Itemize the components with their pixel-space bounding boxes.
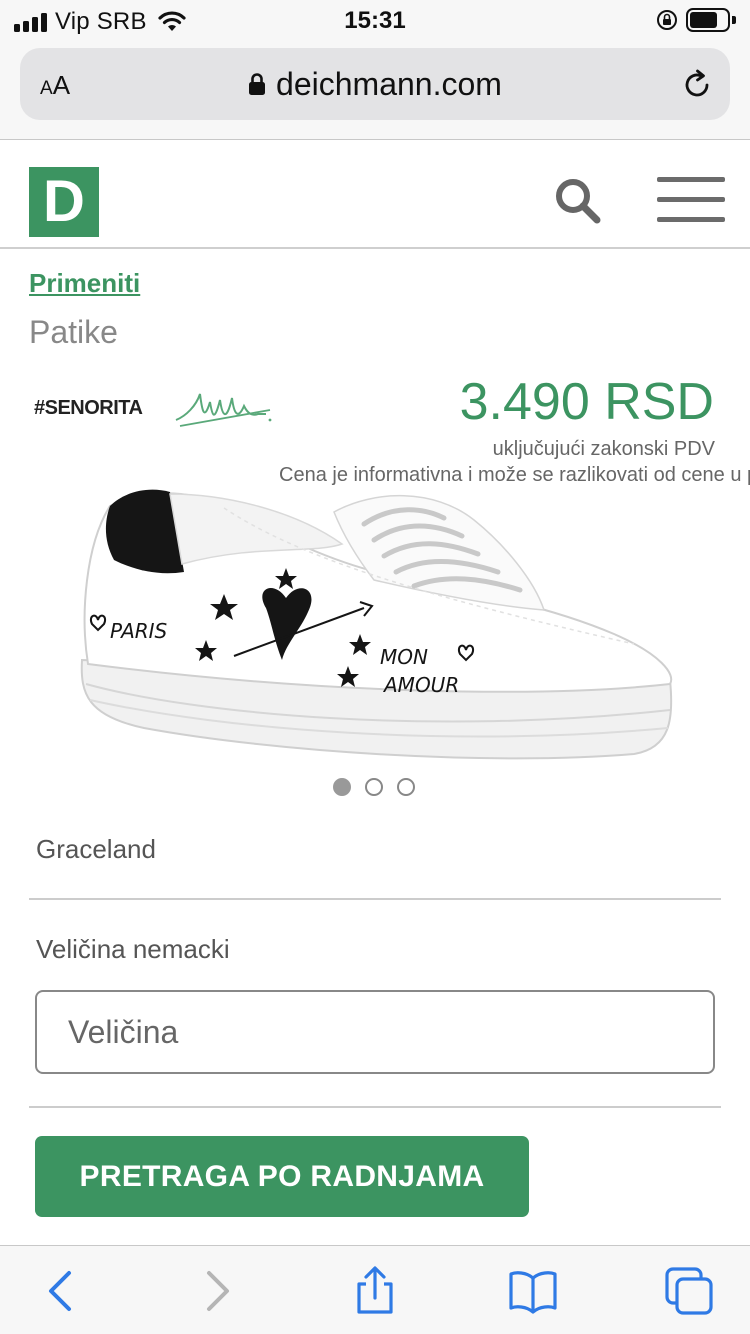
carousel-dot[interactable] xyxy=(333,778,351,796)
status-bar: Vip SRB 15:31 xyxy=(0,0,750,40)
brand-logo: #SENORITA xyxy=(34,380,274,440)
reload-icon[interactable] xyxy=(680,68,714,102)
search-icon[interactable] xyxy=(553,176,603,226)
bookmarks-icon[interactable] xyxy=(508,1266,558,1316)
status-right xyxy=(656,8,736,32)
image-text-amour: AMOUR xyxy=(382,673,459,697)
logo-letter: D xyxy=(43,169,85,234)
divider xyxy=(29,898,721,900)
menu-icon[interactable] xyxy=(657,177,725,225)
signature-icon xyxy=(175,393,272,427)
lock-icon xyxy=(249,73,266,95)
carousel-indicator xyxy=(333,778,415,796)
carousel-dot[interactable] xyxy=(365,778,383,796)
deichmann-logo[interactable]: D xyxy=(29,167,99,237)
product-image[interactable]: PARIS MON AMOUR xyxy=(74,484,676,770)
image-text-paris: PARIS xyxy=(110,619,168,643)
battery-icon xyxy=(686,8,736,32)
address-bar[interactable]: AA deichmann.com xyxy=(20,48,730,120)
back-icon[interactable] xyxy=(36,1266,86,1316)
url-text: deichmann.com xyxy=(276,65,502,102)
size-label: Veličina nemacki xyxy=(36,934,230,964)
product-name: Graceland xyxy=(36,834,156,864)
product-category: Patike xyxy=(29,314,118,350)
product-price: 3.490 RSD xyxy=(459,373,714,431)
browser-toolbar xyxy=(0,1245,750,1334)
carousel-dot[interactable] xyxy=(397,778,415,796)
url-display[interactable]: deichmann.com xyxy=(20,48,730,120)
image-text-mon: MON xyxy=(380,645,428,669)
tabs-icon[interactable] xyxy=(664,1266,714,1316)
store-search-button[interactable]: PRETRAGA PO RADNJAMA xyxy=(35,1136,529,1217)
site-header: D xyxy=(0,141,750,249)
browser-url-area: AA deichmann.com xyxy=(0,40,750,140)
orientation-lock-icon xyxy=(657,10,677,30)
breadcrumb-link[interactable]: Primeniti xyxy=(29,268,140,299)
divider xyxy=(29,1106,721,1108)
size-select[interactable]: Veličina xyxy=(35,990,715,1074)
forward-icon[interactable] xyxy=(192,1266,242,1316)
vat-note: uključujući zakonski PDV xyxy=(492,438,715,460)
share-icon[interactable] xyxy=(350,1266,400,1316)
brand-name: #SENORITA xyxy=(34,397,143,419)
status-time: 15:31 xyxy=(344,7,406,34)
